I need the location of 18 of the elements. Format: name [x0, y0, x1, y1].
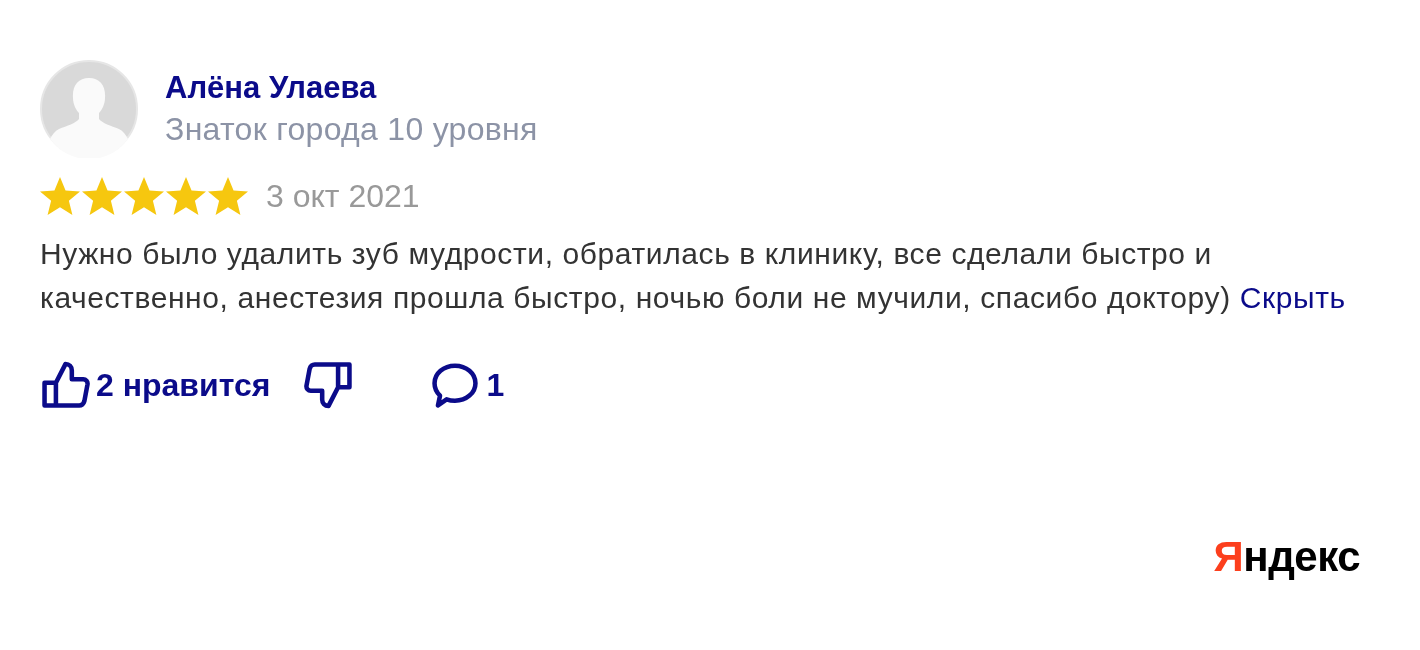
thumbs-down-icon [304, 360, 355, 410]
thumbs-up-icon [40, 360, 90, 410]
comment-button[interactable]: 1 [430, 360, 505, 410]
star-icon [208, 176, 248, 216]
star-icon [40, 176, 80, 216]
star-icon [124, 176, 164, 216]
reviewer-level: Знаток города 10 уровня [165, 110, 538, 149]
review-date: 3 окт 2021 [266, 177, 420, 216]
brand-logo[interactable]: Яндекс [1213, 534, 1360, 580]
dislike-button[interactable] [304, 360, 355, 410]
review-text: Нужно было удалить зуб мудрости, обратилась в клинику, все сделали быстро и качественно, анестезия прошла быстро, ночью боли не мучили, спасибо доктору) Скрыть [40, 236, 1347, 316]
comment-icon [430, 360, 481, 410]
like-button[interactable]: 2 нравится [40, 360, 271, 410]
star-icon [166, 176, 206, 216]
reviewer-name[interactable]: Алёна Улаева [165, 68, 377, 108]
hide-link[interactable]: Скрыть [1239, 281, 1346, 314]
avatar-icon [40, 60, 138, 158]
star-icon [82, 176, 122, 216]
